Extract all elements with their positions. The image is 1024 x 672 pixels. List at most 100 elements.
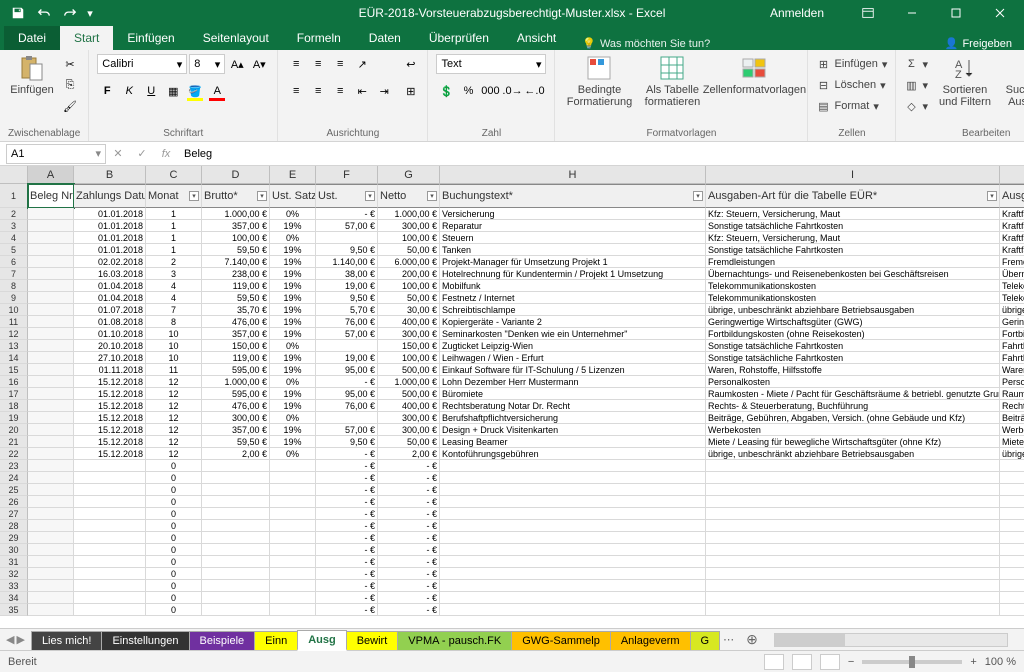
cell[interactable]: 2 — [146, 256, 202, 268]
cell[interactable]: Sonstige tatsächliche Fahrtkosten — [706, 340, 1000, 352]
row-header[interactable]: 4 — [0, 232, 28, 244]
cell[interactable] — [706, 604, 1000, 616]
cell[interactable] — [270, 472, 316, 484]
column-header[interactable]: I — [706, 166, 1000, 184]
cell[interactable]: Hotelrechnung für Kundentermin / Projekt… — [440, 268, 706, 280]
save-icon[interactable] — [6, 1, 30, 25]
cell[interactable]: - € — [316, 496, 378, 508]
cell[interactable] — [28, 352, 74, 364]
cell[interactable] — [706, 568, 1000, 580]
cell[interactable] — [74, 460, 146, 472]
cell[interactable]: 100,00 € — [378, 280, 440, 292]
tab-view[interactable]: Ansicht — [503, 26, 570, 50]
cell[interactable]: 1.000,00 € — [202, 376, 270, 388]
cell[interactable] — [1000, 604, 1024, 616]
cell[interactable] — [202, 508, 270, 520]
cell[interactable]: 10 — [146, 352, 202, 364]
cell[interactable] — [28, 340, 74, 352]
cell[interactable]: - € — [378, 472, 440, 484]
cell[interactable]: 27.10.2018 — [74, 352, 146, 364]
cell[interactable]: 300,00 € — [202, 412, 270, 424]
format-as-table-button[interactable]: Als Tabelle formatieren — [639, 54, 705, 108]
cell[interactable]: 30,00 € — [378, 304, 440, 316]
cell[interactable]: übrige, unbeschränkt abziehbare Betriebs… — [706, 448, 1000, 460]
cell[interactable]: Telekom — [1000, 280, 1024, 292]
cell[interactable]: 0 — [146, 496, 202, 508]
tab-review[interactable]: Überprüfen — [415, 26, 503, 50]
column-header[interactable]: B — [74, 166, 146, 184]
cell[interactable]: 357,00 € — [202, 424, 270, 436]
cell[interactable] — [202, 484, 270, 496]
format-painter-icon[interactable]: 🖌 — [60, 96, 80, 116]
cell[interactable] — [74, 592, 146, 604]
cell[interactable]: übrige, unbeschränkt abziehbare Betriebs… — [706, 304, 1000, 316]
cell[interactable]: 2,00 € — [378, 448, 440, 460]
cell[interactable] — [440, 460, 706, 472]
cell[interactable]: - € — [316, 448, 378, 460]
sheet-tab[interactable]: Ausg — [297, 630, 347, 651]
cell[interactable]: - € — [378, 460, 440, 472]
cell[interactable] — [28, 232, 74, 244]
sheet-nav-more-icon[interactable]: ⋯ — [719, 633, 738, 646]
cell[interactable] — [202, 580, 270, 592]
cell[interactable]: Raum, ko — [1000, 388, 1024, 400]
cell[interactable]: Miete / Le — [1000, 436, 1024, 448]
cell[interactable]: Sonstige tatsächliche Fahrtkosten — [706, 352, 1000, 364]
cell[interactable]: 0% — [270, 232, 316, 244]
cell[interactable]: Design + Druck Visitenkarten — [440, 424, 706, 436]
cell[interactable]: 19% — [270, 220, 316, 232]
cell[interactable]: 11 — [146, 364, 202, 376]
cell[interactable] — [28, 256, 74, 268]
cell[interactable]: Versicherung — [440, 208, 706, 220]
cell[interactable]: Fremdle — [1000, 256, 1024, 268]
align-center-icon[interactable]: ≡ — [308, 81, 328, 101]
cell[interactable]: Fremdleistungen — [706, 256, 1000, 268]
name-box[interactable]: A1▾ — [6, 144, 106, 164]
zoom-slider[interactable] — [862, 660, 962, 664]
font-color-icon[interactable]: A — [207, 81, 227, 101]
cell[interactable]: 300,00 € — [378, 424, 440, 436]
cell[interactable]: 0 — [146, 568, 202, 580]
cell[interactable]: 15.12.2018 — [74, 436, 146, 448]
cell[interactable] — [440, 544, 706, 556]
cell[interactable]: 9,50 € — [316, 244, 378, 256]
cell[interactable]: 02.02.2018 — [74, 256, 146, 268]
cell[interactable]: 15.12.2018 — [74, 388, 146, 400]
cell[interactable] — [706, 496, 1000, 508]
cell[interactable]: 19% — [270, 388, 316, 400]
cell[interactable]: Steuern — [440, 232, 706, 244]
cell[interactable]: - € — [378, 508, 440, 520]
cell[interactable] — [28, 520, 74, 532]
row-header[interactable]: 7 — [0, 268, 28, 280]
cell[interactable]: 01.07.2018 — [74, 304, 146, 316]
cell[interactable]: - € — [378, 496, 440, 508]
table-header-cell[interactable]: Beleg Nr.▾ — [28, 184, 74, 208]
table-header-cell[interactable]: Zahlungs Datum*▾ — [74, 184, 146, 208]
cell[interactable] — [202, 460, 270, 472]
cell[interactable]: 57,00 € — [316, 328, 378, 340]
cell[interactable]: 19% — [270, 400, 316, 412]
cell[interactable]: 10 — [146, 340, 202, 352]
cell[interactable]: Festnetz / Internet — [440, 292, 706, 304]
decrease-decimal-icon[interactable]: ←.0 — [524, 81, 544, 101]
cell[interactable]: Kfz: Steuern, Versicherung, Maut — [706, 232, 1000, 244]
cell[interactable]: - € — [378, 556, 440, 568]
cell[interactable]: 0 — [146, 556, 202, 568]
cell[interactable] — [28, 508, 74, 520]
cell[interactable]: 0% — [270, 448, 316, 460]
cell[interactable]: Zugticket Leipzig-Wien — [440, 340, 706, 352]
cell[interactable]: 7 — [146, 304, 202, 316]
cell[interactable]: Sonstige tatsächliche Fahrtkosten — [706, 244, 1000, 256]
share-button[interactable]: 👤 Freigeben — [945, 37, 1024, 50]
new-sheet-button[interactable]: ⊕ — [738, 631, 766, 648]
column-header[interactable]: F — [316, 166, 378, 184]
cell[interactable] — [270, 592, 316, 604]
column-header[interactable]: C — [146, 166, 202, 184]
sheet-tab[interactable]: G — [690, 631, 721, 650]
align-right-icon[interactable]: ≡ — [330, 81, 350, 101]
filter-icon[interactable]: ▾ — [693, 191, 703, 201]
cell[interactable] — [28, 472, 74, 484]
cell[interactable] — [706, 580, 1000, 592]
table-header-cell[interactable]: Ust.▾ — [316, 184, 378, 208]
cell[interactable] — [1000, 580, 1024, 592]
